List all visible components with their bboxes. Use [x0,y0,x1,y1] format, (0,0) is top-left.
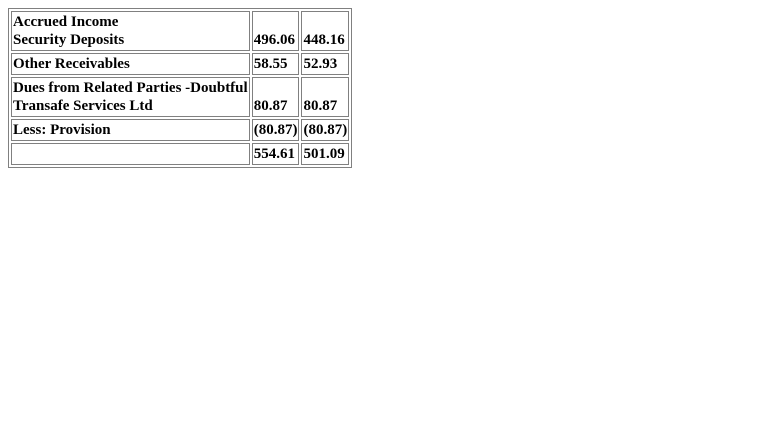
table-row: Other Receivables 58.55 52.93 [11,53,350,75]
label-line: Less: Provision [13,122,111,138]
value-cell: 52.93 [301,53,350,75]
value-cell: 80.87 [251,77,300,117]
row-label: Other Receivables [11,53,250,75]
label-line: Transafe Services Ltd [13,98,153,114]
label-line: Other Receivables [13,56,130,72]
total-value-cell: 501.09 [301,143,350,165]
value-cell: 58.55 [251,53,300,75]
value-cell: (80.87) [301,119,350,141]
row-label [11,143,250,165]
total-row: 554.61 501.09 [11,143,350,165]
receivables-table: Accrued Income Security Deposits 496.06 … [8,8,353,168]
label-line: Security Deposits [13,32,125,48]
value-cell: 496.06 [251,11,300,51]
row-label: Accrued Income Security Deposits [11,11,250,51]
label-line: Accrued Income [13,14,119,30]
value-cell: 80.87 [301,77,350,117]
label-line: Dues from Related Parties -Doubtful [13,80,248,96]
row-label: Less: Provision [11,119,250,141]
table-row: Dues from Related Parties -Doubtful Tran… [11,77,350,117]
table-row: Less: Provision (80.87) (80.87) [11,119,350,141]
row-label: Dues from Related Parties -Doubtful Tran… [11,77,250,117]
value-cell: 448.16 [301,11,350,51]
total-value-cell: 554.61 [251,143,300,165]
table-row: Accrued Income Security Deposits 496.06 … [11,11,350,51]
value-cell: (80.87) [251,119,300,141]
